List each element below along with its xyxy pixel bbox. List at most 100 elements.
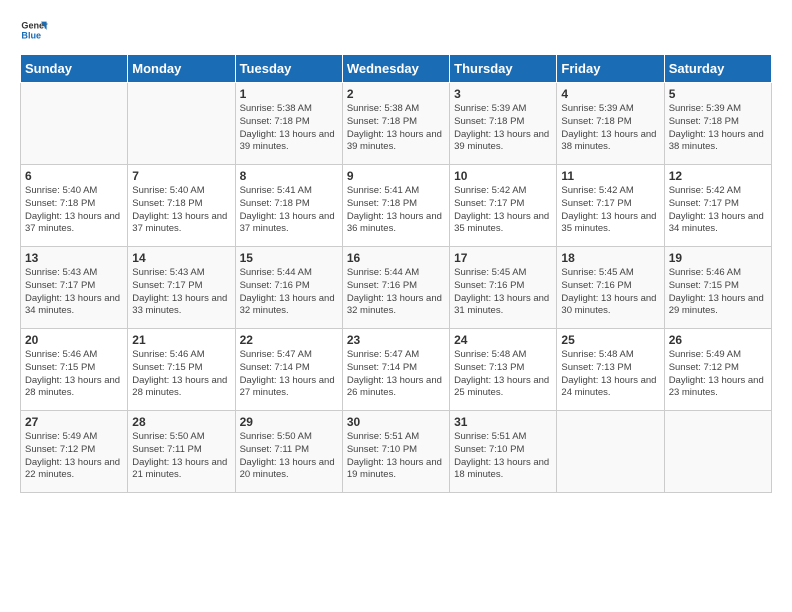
calendar-cell: 20 Sunrise: 5:46 AM Sunset: 7:15 PM Dayli… xyxy=(21,329,128,411)
day-header-tuesday: Tuesday xyxy=(235,55,342,83)
calendar-week-row: 6 Sunrise: 5:40 AM Sunset: 7:18 PM Daylig… xyxy=(21,165,772,247)
day-content: Sunrise: 5:50 AM Sunset: 7:11 PM Dayligh… xyxy=(132,431,230,482)
day-number: 14 xyxy=(132,251,230,265)
day-number: 1 xyxy=(240,87,338,101)
day-content: Sunrise: 5:47 AM Sunset: 7:14 PM Dayligh… xyxy=(347,349,445,400)
day-number: 18 xyxy=(561,251,659,265)
day-content: Sunrise: 5:46 AM Sunset: 7:15 PM Dayligh… xyxy=(25,349,123,400)
calendar-cell: 22 Sunrise: 5:47 AM Sunset: 7:14 PM Dayli… xyxy=(235,329,342,411)
calendar-week-row: 13 Sunrise: 5:43 AM Sunset: 7:17 PM Dayli… xyxy=(21,247,772,329)
calendar-cell: 26Sunrise: 5:49 AM Sunset: 7:12 PM Dayli… xyxy=(664,329,771,411)
day-content: Sunrise: 5:46 AM Sunset: 7:15 PM Dayligh… xyxy=(132,349,230,400)
day-content: Sunrise: 5:43 AM Sunset: 7:17 PM Dayligh… xyxy=(25,267,123,318)
day-content: Sunrise: 5:42 AM Sunset: 7:17 PM Dayligh… xyxy=(669,185,767,236)
calendar-cell: 16 Sunrise: 5:44 AM Sunset: 7:16 PM Dayli… xyxy=(342,247,449,329)
calendar-cell: 18 Sunrise: 5:45 AM Sunset: 7:16 PM Dayli… xyxy=(557,247,664,329)
day-header-saturday: Saturday xyxy=(664,55,771,83)
calendar-cell: 13 Sunrise: 5:43 AM Sunset: 7:17 PM Dayli… xyxy=(21,247,128,329)
day-content: Sunrise: 5:50 AM Sunset: 7:11 PM Dayligh… xyxy=(240,431,338,482)
calendar-cell: 28Sunrise: 5:50 AM Sunset: 7:11 PM Dayli… xyxy=(128,411,235,493)
calendar-cell: 10 Sunrise: 5:42 AM Sunset: 7:17 PM Dayli… xyxy=(450,165,557,247)
day-number: 24 xyxy=(454,333,552,347)
day-content: Sunrise: 5:47 AM Sunset: 7:14 PM Dayligh… xyxy=(240,349,338,400)
day-number: 21 xyxy=(132,333,230,347)
calendar-week-row: 20 Sunrise: 5:46 AM Sunset: 7:15 PM Dayli… xyxy=(21,329,772,411)
calendar-cell: 17 Sunrise: 5:45 AM Sunset: 7:16 PM Dayli… xyxy=(450,247,557,329)
calendar-cell xyxy=(128,83,235,165)
day-content: Sunrise: 5:49 AM Sunset: 7:12 PM Dayligh… xyxy=(25,431,123,482)
calendar-cell: 2 Sunrise: 5:38 AM Sunset: 7:18 PM Daylig… xyxy=(342,83,449,165)
calendar-cell: 8 Sunrise: 5:41 AM Sunset: 7:18 PM Daylig… xyxy=(235,165,342,247)
day-number: 17 xyxy=(454,251,552,265)
day-header-thursday: Thursday xyxy=(450,55,557,83)
calendar-cell: 12 Sunrise: 5:42 AM Sunset: 7:17 PM Dayli… xyxy=(664,165,771,247)
calendar-cell: 24 Sunrise: 5:48 AM Sunset: 7:13 PM Dayli… xyxy=(450,329,557,411)
day-content: Sunrise: 5:43 AM Sunset: 7:17 PM Dayligh… xyxy=(132,267,230,318)
day-number: 27 xyxy=(25,415,123,429)
calendar-cell: 3 Sunrise: 5:39 AM Sunset: 7:18 PM Daylig… xyxy=(450,83,557,165)
day-number: 29 xyxy=(240,415,338,429)
day-number: 16 xyxy=(347,251,445,265)
day-header-wednesday: Wednesday xyxy=(342,55,449,83)
day-number: 22 xyxy=(240,333,338,347)
calendar-cell: 21 Sunrise: 5:46 AM Sunset: 7:15 PM Dayli… xyxy=(128,329,235,411)
calendar-week-row: 27 Sunrise: 5:49 AM Sunset: 7:12 PM Dayli… xyxy=(21,411,772,493)
calendar-cell: 5 Sunrise: 5:39 AM Sunset: 7:18 PM Daylig… xyxy=(664,83,771,165)
day-number: 13 xyxy=(25,251,123,265)
logo-icon: General Blue xyxy=(20,16,48,44)
day-number: 2 xyxy=(347,87,445,101)
day-content: Sunrise: 5:49 AM Sunset: 7:12 PM Dayligh… xyxy=(669,349,767,400)
day-number: 5 xyxy=(669,87,767,101)
page: General Blue SundayMondayTuesdayWednesda… xyxy=(0,0,792,612)
day-content: Sunrise: 5:42 AM Sunset: 7:17 PM Dayligh… xyxy=(454,185,552,236)
day-number: 9 xyxy=(347,169,445,183)
day-number: 25 xyxy=(561,333,659,347)
day-content: Sunrise: 5:38 AM Sunset: 7:18 PM Dayligh… xyxy=(347,103,445,154)
day-content: Sunrise: 5:39 AM Sunset: 7:18 PM Dayligh… xyxy=(669,103,767,154)
day-content: Sunrise: 5:39 AM Sunset: 7:18 PM Dayligh… xyxy=(561,103,659,154)
calendar-cell: 7 Sunrise: 5:40 AM Sunset: 7:18 PM Daylig… xyxy=(128,165,235,247)
calendar-cell xyxy=(664,411,771,493)
day-number: 10 xyxy=(454,169,552,183)
day-number: 4 xyxy=(561,87,659,101)
day-content: Sunrise: 5:42 AM Sunset: 7:17 PM Dayligh… xyxy=(561,185,659,236)
day-content: Sunrise: 5:41 AM Sunset: 7:18 PM Dayligh… xyxy=(347,185,445,236)
day-header-monday: Monday xyxy=(128,55,235,83)
calendar-cell: 25 Sunrise: 5:48 AM Sunset: 7:13 PM Dayli… xyxy=(557,329,664,411)
day-number: 23 xyxy=(347,333,445,347)
calendar-cell xyxy=(557,411,664,493)
day-content: Sunrise: 5:51 AM Sunset: 7:10 PM Dayligh… xyxy=(454,431,552,482)
calendar-cell: 4 Sunrise: 5:39 AM Sunset: 7:18 PM Daylig… xyxy=(557,83,664,165)
day-content: Sunrise: 5:39 AM Sunset: 7:18 PM Dayligh… xyxy=(454,103,552,154)
day-content: Sunrise: 5:48 AM Sunset: 7:13 PM Dayligh… xyxy=(561,349,659,400)
calendar-cell xyxy=(21,83,128,165)
day-number: 6 xyxy=(25,169,123,183)
day-number: 11 xyxy=(561,169,659,183)
day-number: 3 xyxy=(454,87,552,101)
day-content: Sunrise: 5:41 AM Sunset: 7:18 PM Dayligh… xyxy=(240,185,338,236)
day-content: Sunrise: 5:51 AM Sunset: 7:10 PM Dayligh… xyxy=(347,431,445,482)
day-content: Sunrise: 5:45 AM Sunset: 7:16 PM Dayligh… xyxy=(454,267,552,318)
day-content: Sunrise: 5:45 AM Sunset: 7:16 PM Dayligh… xyxy=(561,267,659,318)
day-content: Sunrise: 5:44 AM Sunset: 7:16 PM Dayligh… xyxy=(347,267,445,318)
day-content: Sunrise: 5:48 AM Sunset: 7:13 PM Dayligh… xyxy=(454,349,552,400)
calendar-cell: 31Sunrise: 5:51 AM Sunset: 7:10 PM Dayli… xyxy=(450,411,557,493)
calendar-week-row: 1 Sunrise: 5:38 AM Sunset: 7:18 PM Daylig… xyxy=(21,83,772,165)
calendar-cell: 1Sunrise: 5:38 AM Sunset: 7:18 PM Daylig… xyxy=(235,83,342,165)
calendar-cell: 6Sunrise: 5:40 AM Sunset: 7:18 PM Daylig… xyxy=(21,165,128,247)
calendar-cell: 27 Sunrise: 5:49 AM Sunset: 7:12 PM Dayli… xyxy=(21,411,128,493)
calendar-cell: 29 Sunrise: 5:50 AM Sunset: 7:11 PM Dayli… xyxy=(235,411,342,493)
calendar-header-row: SundayMondayTuesdayWednesdayThursdayFrid… xyxy=(21,55,772,83)
day-number: 15 xyxy=(240,251,338,265)
day-content: Sunrise: 5:44 AM Sunset: 7:16 PM Dayligh… xyxy=(240,267,338,318)
day-content: Sunrise: 5:46 AM Sunset: 7:15 PM Dayligh… xyxy=(669,267,767,318)
day-content: Sunrise: 5:40 AM Sunset: 7:18 PM Dayligh… xyxy=(132,185,230,236)
calendar-table: SundayMondayTuesdayWednesdayThursdayFrid… xyxy=(20,54,772,493)
day-header-friday: Friday xyxy=(557,55,664,83)
day-number: 8 xyxy=(240,169,338,183)
calendar-cell: 14 Sunrise: 5:43 AM Sunset: 7:17 PM Dayli… xyxy=(128,247,235,329)
day-number: 20 xyxy=(25,333,123,347)
day-number: 7 xyxy=(132,169,230,183)
day-number: 12 xyxy=(669,169,767,183)
calendar-cell: 9 Sunrise: 5:41 AM Sunset: 7:18 PM Daylig… xyxy=(342,165,449,247)
